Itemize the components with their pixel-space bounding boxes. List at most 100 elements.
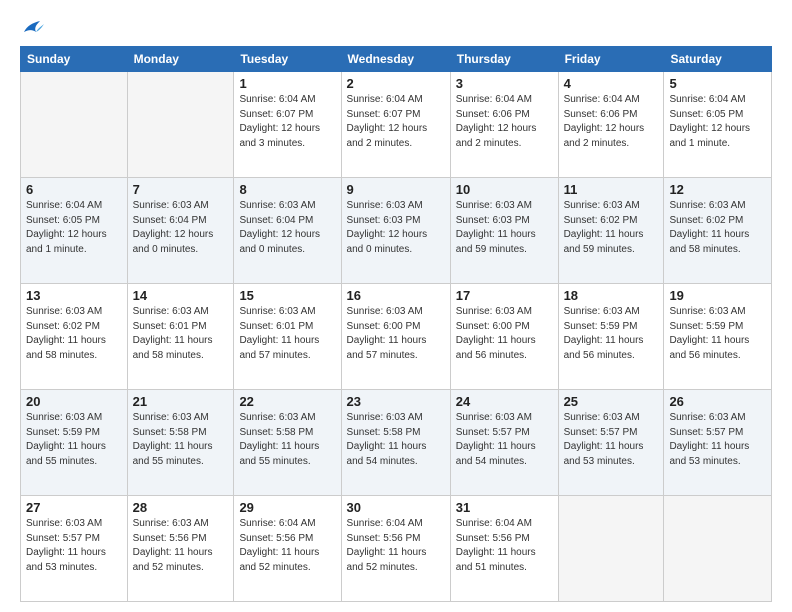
calendar-week-row: 27 Sunrise: 6:03 AMSunset: 5:57 PMDayligh…	[21, 496, 772, 602]
day-number: 1	[239, 76, 335, 91]
day-info: Sunrise: 6:03 AMSunset: 6:04 PMDaylight:…	[133, 199, 229, 257]
day-number: 27	[26, 500, 122, 515]
weekday-header-sunday: Sunday	[21, 47, 128, 72]
calendar-day-cell	[558, 496, 664, 602]
day-info: Sunrise: 6:03 AMSunset: 6:00 PMDaylight:…	[456, 305, 553, 363]
page: SundayMondayTuesdayWednesdayThursdayFrid…	[0, 0, 792, 612]
day-info: Sunrise: 6:04 AMSunset: 5:56 PMDaylight:…	[456, 517, 553, 575]
calendar-day-cell: 13 Sunrise: 6:03 AMSunset: 6:02 PMDayligh…	[21, 284, 128, 390]
calendar-day-cell: 31 Sunrise: 6:04 AMSunset: 5:56 PMDayligh…	[450, 496, 558, 602]
day-number: 18	[564, 288, 659, 303]
day-number: 24	[456, 394, 553, 409]
calendar-day-cell: 23 Sunrise: 6:03 AMSunset: 5:58 PMDayligh…	[341, 390, 450, 496]
header	[20, 18, 772, 36]
day-number: 7	[133, 182, 229, 197]
calendar-day-cell: 16Sunrise: 6:03 AMSunset: 6:00 PMDayligh…	[341, 284, 450, 390]
calendar-day-cell: 7 Sunrise: 6:03 AMSunset: 6:04 PMDaylight…	[127, 178, 234, 284]
calendar-table: SundayMondayTuesdayWednesdayThursdayFrid…	[20, 46, 772, 602]
calendar-day-cell: 19 Sunrise: 6:03 AMSunset: 5:59 PMDayligh…	[664, 284, 772, 390]
calendar-day-cell	[21, 72, 128, 178]
day-number: 30	[347, 500, 445, 515]
day-info: Sunrise: 6:03 AMSunset: 5:58 PMDaylight:…	[133, 411, 229, 469]
day-info: Sunrise: 6:03 AMSunset: 5:56 PMDaylight:…	[133, 517, 229, 575]
calendar-day-cell: 30 Sunrise: 6:04 AMSunset: 5:56 PMDayligh…	[341, 496, 450, 602]
calendar-day-cell: 4Sunrise: 6:04 AMSunset: 6:06 PMDaylight…	[558, 72, 664, 178]
calendar-day-cell: 14 Sunrise: 6:03 AMSunset: 6:01 PMDayligh…	[127, 284, 234, 390]
calendar-day-cell: 28 Sunrise: 6:03 AMSunset: 5:56 PMDayligh…	[127, 496, 234, 602]
calendar-day-cell: 27 Sunrise: 6:03 AMSunset: 5:57 PMDayligh…	[21, 496, 128, 602]
day-number: 3	[456, 76, 553, 91]
day-number: 10	[456, 182, 553, 197]
day-number: 26	[669, 394, 766, 409]
day-info: Sunrise: 6:04 AMSunset: 6:06 PMDaylight:…	[456, 93, 553, 151]
calendar-day-cell	[127, 72, 234, 178]
calendar-week-row: 1 Sunrise: 6:04 AMSunset: 6:07 PMDaylight…	[21, 72, 772, 178]
calendar-day-cell: 3 Sunrise: 6:04 AMSunset: 6:06 PMDaylight…	[450, 72, 558, 178]
calendar-day-cell: 8 Sunrise: 6:03 AMSunset: 6:04 PMDaylight…	[234, 178, 341, 284]
day-number: 14	[133, 288, 229, 303]
day-info: Sunrise: 6:04 AMSunset: 6:07 PMDaylight:…	[347, 93, 445, 151]
weekday-header-thursday: Thursday	[450, 47, 558, 72]
day-info: Sunrise: 6:03 AMSunset: 5:59 PMDaylight:…	[669, 305, 766, 363]
day-info: Sunrise: 6:04 AMSunset: 6:05 PMDaylight:…	[26, 199, 122, 257]
calendar-day-cell: 17 Sunrise: 6:03 AMSunset: 6:00 PMDayligh…	[450, 284, 558, 390]
calendar-day-cell: 10Sunrise: 6:03 AMSunset: 6:03 PMDayligh…	[450, 178, 558, 284]
day-info: Sunrise: 6:04 AMSunset: 5:56 PMDaylight:…	[239, 517, 335, 575]
day-number: 29	[239, 500, 335, 515]
calendar-day-cell: 21Sunrise: 6:03 AMSunset: 5:58 PMDayligh…	[127, 390, 234, 496]
day-number: 22	[239, 394, 335, 409]
day-info: Sunrise: 6:03 AMSunset: 5:57 PMDaylight:…	[564, 411, 659, 469]
day-info: Sunrise: 6:04 AMSunset: 6:05 PMDaylight:…	[669, 93, 766, 151]
calendar-week-row: 13 Sunrise: 6:03 AMSunset: 6:02 PMDayligh…	[21, 284, 772, 390]
day-info: Sunrise: 6:03 AMSunset: 5:57 PMDaylight:…	[669, 411, 766, 469]
logo-bird-icon	[22, 18, 44, 36]
day-number: 19	[669, 288, 766, 303]
day-info: Sunrise: 6:03 AMSunset: 6:02 PMDaylight:…	[26, 305, 122, 363]
day-number: 6	[26, 182, 122, 197]
day-info: Sunrise: 6:03 AMSunset: 6:01 PMDaylight:…	[133, 305, 229, 363]
day-number: 25	[564, 394, 659, 409]
calendar-day-cell: 1 Sunrise: 6:04 AMSunset: 6:07 PMDaylight…	[234, 72, 341, 178]
day-info: Sunrise: 6:03 AMSunset: 6:02 PMDaylight:…	[669, 199, 766, 257]
day-number: 17	[456, 288, 553, 303]
calendar-week-row: 20 Sunrise: 6:03 AMSunset: 5:59 PMDayligh…	[21, 390, 772, 496]
calendar-day-cell: 15 Sunrise: 6:03 AMSunset: 6:01 PMDayligh…	[234, 284, 341, 390]
day-number: 5	[669, 76, 766, 91]
calendar-day-cell: 2Sunrise: 6:04 AMSunset: 6:07 PMDaylight…	[341, 72, 450, 178]
day-number: 8	[239, 182, 335, 197]
logo	[20, 18, 44, 36]
weekday-header-friday: Friday	[558, 47, 664, 72]
day-number: 15	[239, 288, 335, 303]
day-number: 4	[564, 76, 659, 91]
day-info: Sunrise: 6:03 AMSunset: 5:57 PMDaylight:…	[26, 517, 122, 575]
weekday-header-monday: Monday	[127, 47, 234, 72]
day-number: 20	[26, 394, 122, 409]
day-info: Sunrise: 6:03 AMSunset: 5:57 PMDaylight:…	[456, 411, 553, 469]
calendar-day-cell: 29 Sunrise: 6:04 AMSunset: 5:56 PMDayligh…	[234, 496, 341, 602]
day-info: Sunrise: 6:03 AMSunset: 5:58 PMDaylight:…	[239, 411, 335, 469]
calendar-day-cell: 25 Sunrise: 6:03 AMSunset: 5:57 PMDayligh…	[558, 390, 664, 496]
day-info: Sunrise: 6:03 AMSunset: 5:58 PMDaylight:…	[347, 411, 445, 469]
calendar-day-cell: 11 Sunrise: 6:03 AMSunset: 6:02 PMDayligh…	[558, 178, 664, 284]
day-info: Sunrise: 6:03 AMSunset: 6:01 PMDaylight:…	[239, 305, 335, 363]
day-number: 28	[133, 500, 229, 515]
calendar-day-cell: 5 Sunrise: 6:04 AMSunset: 6:05 PMDaylight…	[664, 72, 772, 178]
weekday-header-wednesday: Wednesday	[341, 47, 450, 72]
calendar-day-cell: 9Sunrise: 6:03 AMSunset: 6:03 PMDaylight…	[341, 178, 450, 284]
day-info: Sunrise: 6:03 AMSunset: 6:02 PMDaylight:…	[564, 199, 659, 257]
day-number: 23	[347, 394, 445, 409]
day-info: Sunrise: 6:03 AMSunset: 6:04 PMDaylight:…	[239, 199, 335, 257]
day-number: 12	[669, 182, 766, 197]
day-number: 31	[456, 500, 553, 515]
calendar-day-cell: 6 Sunrise: 6:04 AMSunset: 6:05 PMDaylight…	[21, 178, 128, 284]
calendar-header-row: SundayMondayTuesdayWednesdayThursdayFrid…	[21, 47, 772, 72]
day-number: 13	[26, 288, 122, 303]
day-info: Sunrise: 6:03 AMSunset: 6:03 PMDaylight:…	[347, 199, 445, 257]
day-info: Sunrise: 6:04 AMSunset: 5:56 PMDaylight:…	[347, 517, 445, 575]
day-info: Sunrise: 6:04 AMSunset: 6:07 PMDaylight:…	[239, 93, 335, 151]
calendar-day-cell: 22 Sunrise: 6:03 AMSunset: 5:58 PMDayligh…	[234, 390, 341, 496]
calendar-day-cell: 18Sunrise: 6:03 AMSunset: 5:59 PMDayligh…	[558, 284, 664, 390]
calendar-week-row: 6 Sunrise: 6:04 AMSunset: 6:05 PMDaylight…	[21, 178, 772, 284]
day-number: 11	[564, 182, 659, 197]
day-info: Sunrise: 6:03 AMSunset: 5:59 PMDaylight:…	[26, 411, 122, 469]
